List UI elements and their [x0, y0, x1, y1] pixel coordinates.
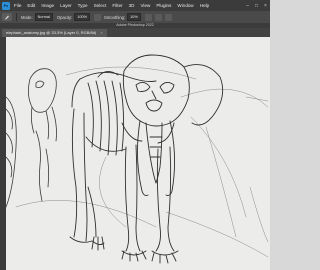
menu-plugins[interactable]: Plugins [156, 3, 171, 8]
document-canvas[interactable] [6, 37, 270, 270]
options-separator [16, 13, 17, 21]
menu-help[interactable]: Help [200, 3, 209, 8]
mode-select[interactable]: Normal [34, 13, 53, 21]
skull-side-sketch [28, 68, 57, 202]
smoothing-label: Smoothing: [103, 14, 126, 20]
elephant-skeleton-sketch [69, 54, 224, 264]
menu-view[interactable]: View [140, 3, 150, 8]
menu-3d[interactable]: 3D [129, 3, 135, 8]
menu-window[interactable]: Window [177, 3, 193, 8]
left-ribcage-sketch [6, 96, 17, 208]
menu-edit[interactable]: Edit [27, 3, 35, 8]
document-tab-label: elephant_anatomy.jpg @ 33.3% (Layer 0, R… [6, 30, 97, 35]
menu-layer[interactable]: Layer [60, 3, 72, 8]
smoothing-settings-icon[interactable] [144, 13, 152, 21]
maximize-icon[interactable]: □ [252, 3, 261, 9]
close-tab-icon[interactable]: × [100, 30, 102, 35]
mode-label: Mode: [21, 14, 33, 20]
menu-file[interactable]: File [14, 3, 21, 8]
close-window-icon[interactable]: × [261, 3, 270, 9]
menu-filter[interactable]: Filter [112, 3, 122, 8]
smoothing-field[interactable]: 10% [127, 13, 141, 21]
pressure-opacity-icon[interactable] [93, 13, 101, 21]
brush-preset-icon[interactable] [2, 13, 12, 21]
sketch-guide-lines [15, 66, 269, 258]
minimize-icon[interactable]: – [243, 3, 252, 9]
menu-image[interactable]: Image [41, 3, 54, 8]
menu-type[interactable]: Type [78, 3, 88, 8]
menu-bar: Ps File Edit Image Layer Type Select Fil… [0, 0, 270, 11]
opacity-field[interactable]: 100% [74, 13, 90, 21]
elephant-sketch [6, 54, 269, 264]
photoshop-window: Ps File Edit Image Layer Type Select Fil… [0, 0, 270, 270]
opacity-label: Opacity: [56, 14, 73, 20]
photoshop-logo-icon[interactable]: Ps [2, 1, 10, 10]
document-tab[interactable]: elephant_anatomy.jpg @ 33.3% (Layer 0, R… [2, 29, 107, 37]
symmetry-icon[interactable] [164, 13, 172, 21]
angle-icon[interactable] [154, 13, 162, 21]
menu-select[interactable]: Select [94, 3, 107, 8]
